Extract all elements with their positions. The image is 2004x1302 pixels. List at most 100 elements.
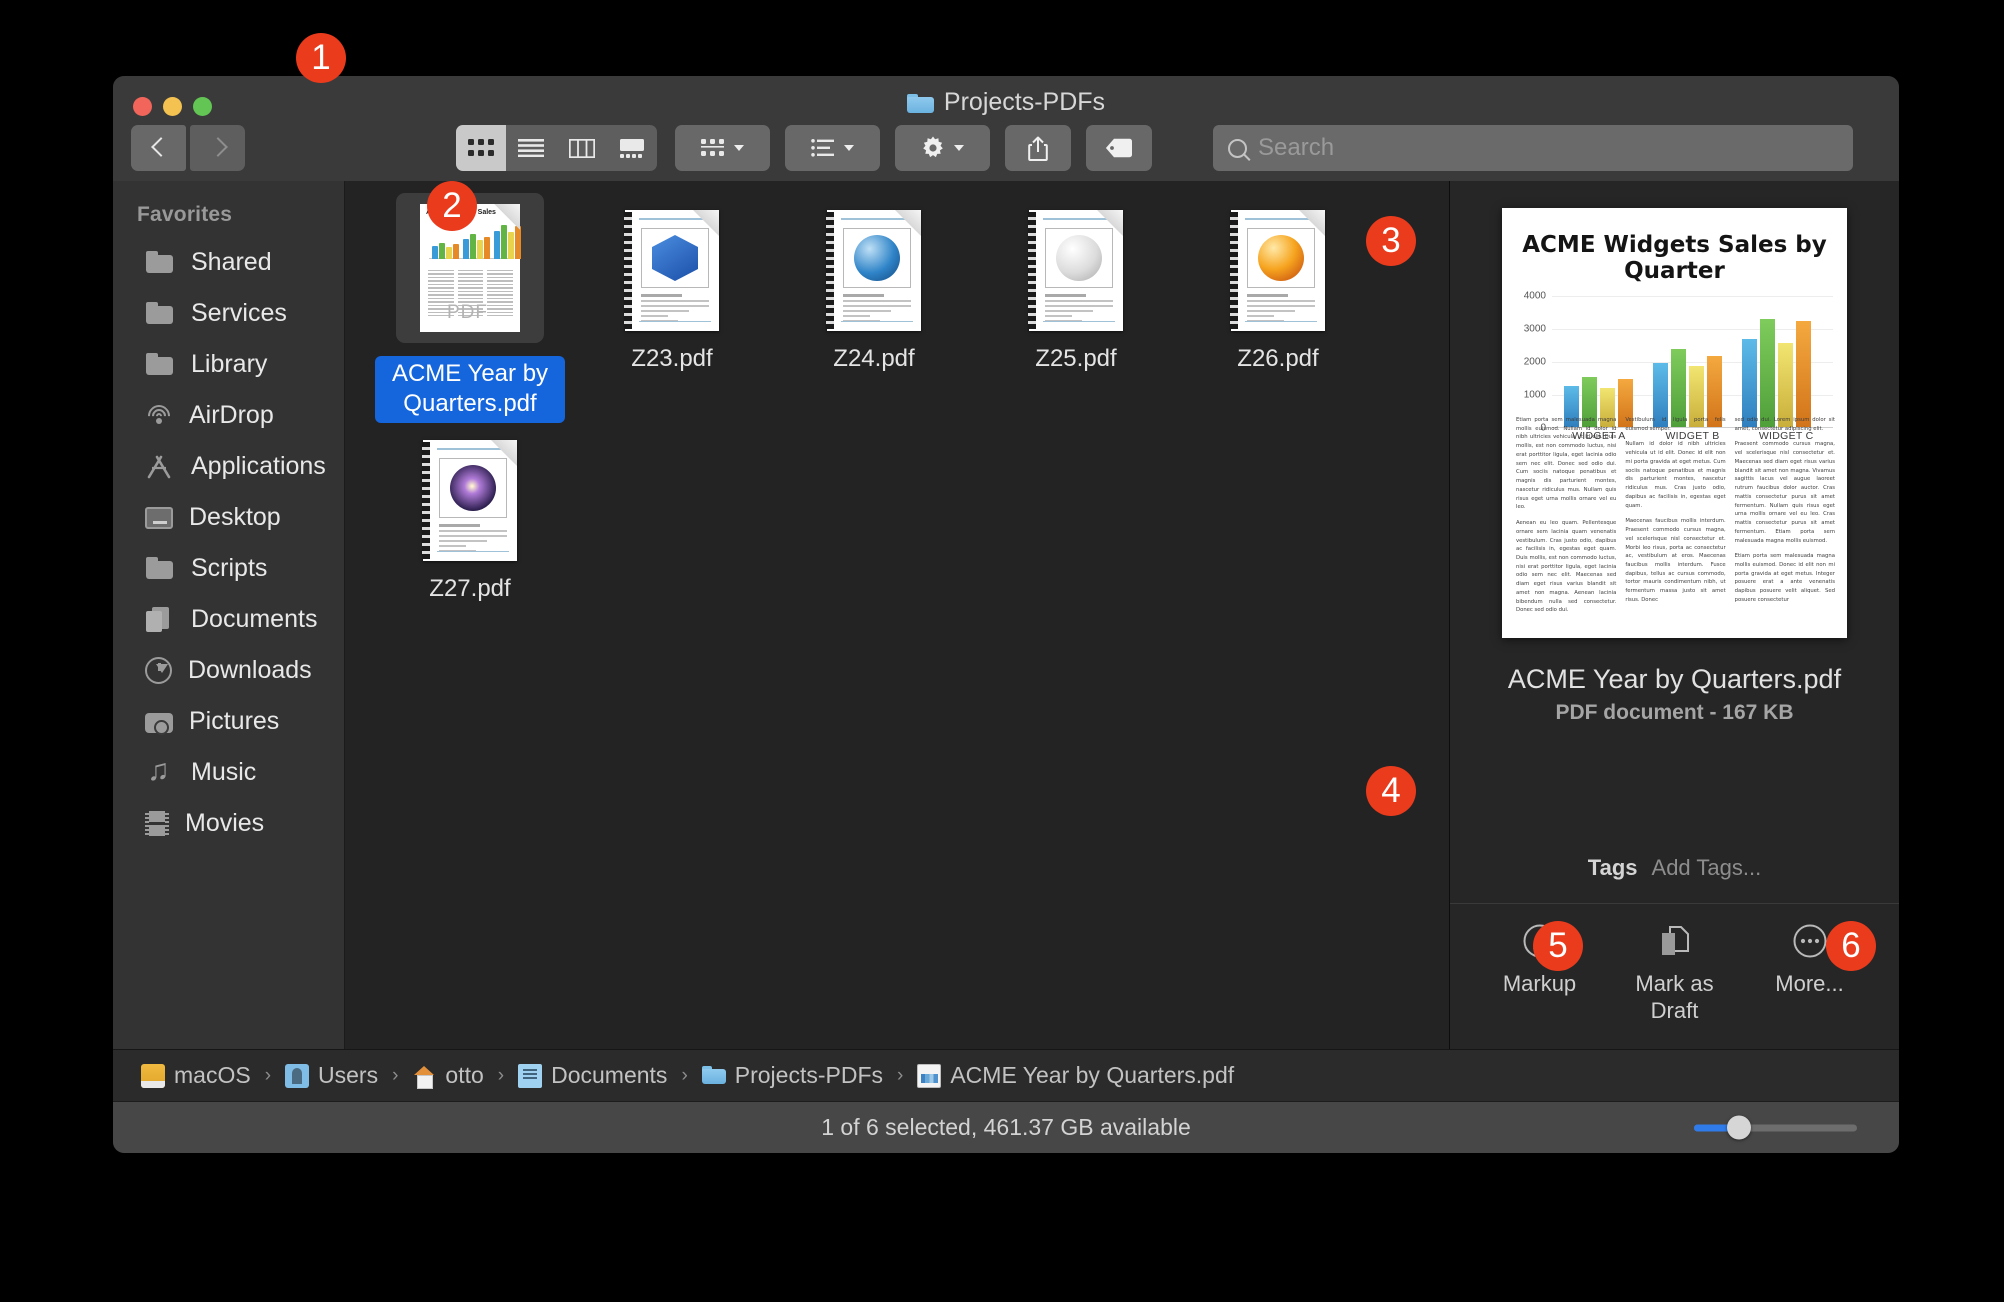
breadcrumb-users[interactable]: Users: [285, 1062, 378, 1089]
sidebar-item-airdrop[interactable]: AirDrop: [113, 390, 344, 441]
search-icon: [1228, 138, 1247, 158]
file-thumbnail: [805, 193, 943, 331]
applications-icon: [145, 454, 175, 480]
gallery-view-button[interactable]: [607, 125, 657, 171]
file-grid: ACME Widgets Sales: [369, 193, 1449, 653]
arrange-items-button[interactable]: [785, 125, 880, 171]
file-item[interactable]: ACME Widgets Sales: [369, 193, 571, 423]
chevron-down-icon: [954, 145, 964, 151]
sidebar-item-documents[interactable]: Documents: [113, 594, 344, 645]
sidebar-item-services[interactable]: Services: [113, 288, 344, 339]
sidebar-item-label: AirDrop: [189, 401, 274, 429]
search-field[interactable]: Search: [1213, 125, 1853, 171]
sidebar-item-label: Music: [191, 758, 257, 786]
bar: [1796, 321, 1811, 427]
action-button[interactable]: [895, 125, 990, 171]
file-item[interactable]: Z27.pdf: [369, 423, 571, 653]
sidebar-item-scripts[interactable]: Scripts: [113, 543, 344, 594]
slider-knob[interactable]: [1727, 1115, 1751, 1140]
share-button[interactable]: [1005, 125, 1071, 171]
bar: [1742, 339, 1757, 427]
quick-actions: Markup Mark as Draft More...: [1450, 903, 1899, 1049]
pdf-page-thumbnail: [1028, 210, 1123, 331]
downloads-icon: [145, 657, 172, 684]
y-tick-label: 2000: [1523, 356, 1546, 368]
sidebar-item-shared[interactable]: Shared: [113, 237, 344, 288]
pictures-icon: [145, 713, 173, 735]
breadcrumb-acme-pdf[interactable]: ACME Year by Quarters.pdf: [917, 1062, 1234, 1089]
folder-icon: [906, 92, 934, 113]
breadcrumb-separator: ›: [681, 1064, 688, 1086]
add-tags-input[interactable]: Add Tags...: [1652, 855, 1762, 881]
sidebar-item-label: Documents: [191, 605, 318, 633]
sidebar-item-pictures[interactable]: Pictures: [113, 696, 344, 747]
sidebar-item-music[interactable]: Music: [113, 747, 344, 798]
breadcrumb-macos[interactable]: macOS: [141, 1062, 251, 1089]
documents-icon: [518, 1063, 543, 1088]
icon-size-slider[interactable]: [1694, 1115, 1857, 1140]
more-label: More...: [1775, 971, 1844, 997]
sidebar-item-applications[interactable]: Applications: [113, 441, 344, 492]
window-body: Favorites Shared Services Library AirDro…: [113, 181, 1899, 1049]
file-name-label: Z26.pdf: [1237, 345, 1319, 372]
file-grid-pane[interactable]: ACME Widgets Sales: [345, 181, 1449, 1049]
window-titlebar: Projects-PDFs Search: [113, 76, 1899, 181]
folder-icon: [145, 250, 175, 276]
mark-as-draft-label: Mark as Draft: [1635, 971, 1714, 1024]
breadcrumb-label: Documents: [551, 1062, 668, 1088]
back-button[interactable]: [130, 125, 186, 171]
column-view-button[interactable]: [557, 125, 607, 171]
preview-column: Vestibulum id ligula porta felis euismod…: [1625, 416, 1725, 622]
preview-paragraph: Nullam id dolor id nibh ultricies vehicu…: [1625, 441, 1726, 509]
pdf-page-thumbnail: [422, 440, 517, 561]
breadcrumb-separator: ›: [497, 1064, 505, 1086]
search-placeholder: Search: [1258, 134, 1335, 161]
sidebar-item-label: Pictures: [189, 707, 280, 735]
finder-window: Projects-PDFs Search Favorites Shared Se…: [113, 76, 1899, 1153]
preview-pane: ACME Widgets Sales by Quarter 4000 3000 …: [1449, 181, 1899, 1049]
sidebar-item-label: Shared: [191, 248, 272, 276]
y-tick-label: 3000: [1523, 323, 1546, 335]
breadcrumb-label: Projects-PDFs: [734, 1062, 884, 1088]
file-item[interactable]: Z23.pdf: [571, 193, 773, 423]
breadcrumb-projects-pdfs[interactable]: Projects-PDFs: [701, 1062, 884, 1089]
path-bar: macOS › Users › otto › Documents › Proje…: [113, 1049, 1899, 1101]
file-item[interactable]: Z26.pdf: [1177, 193, 1379, 423]
annotation-badge-5: 5: [1533, 921, 1583, 971]
preview-paragraph: Etiam porta sem malesuada magna mollis e…: [1516, 417, 1617, 511]
preview-file-meta: PDF document - 167 KB: [1555, 701, 1794, 724]
movies-icon: [145, 811, 169, 836]
sidebar-item-label: Library: [191, 350, 268, 378]
file-item[interactable]: Z24.pdf: [773, 193, 975, 423]
tags-label: Tags: [1587, 855, 1638, 881]
sidebar-item-downloads[interactable]: Downloads: [113, 645, 344, 696]
view-mode-segmented-control: [456, 125, 657, 171]
preview-column: Etiam porta sem malesuada magna mollis e…: [1516, 416, 1616, 622]
sidebar-item-desktop[interactable]: Desktop: [113, 492, 344, 543]
forward-button[interactable]: [189, 125, 245, 171]
file-name-label: Z24.pdf: [833, 345, 915, 372]
icon-view-button[interactable]: [456, 125, 507, 171]
users-icon: [285, 1063, 310, 1088]
chevron-right-icon: [211, 137, 224, 159]
file-name-label: Z25.pdf: [1035, 345, 1117, 372]
sidebar-item-label: Services: [191, 299, 287, 327]
sidebar-item-library[interactable]: Library: [113, 339, 344, 390]
list-view-button[interactable]: [506, 125, 556, 171]
breadcrumb-documents[interactable]: Documents: [518, 1062, 667, 1089]
folder-icon: [145, 352, 175, 378]
preview-paragraph: Etiam porta sem malesuada magna mollis e…: [1734, 553, 1835, 603]
file-name-label: Z27.pdf: [429, 575, 511, 602]
mark-as-draft-button[interactable]: Mark as Draft: [1615, 921, 1735, 1025]
annotation-badge-2: 2: [427, 181, 477, 231]
sidebar-item-movies[interactable]: Movies: [113, 798, 344, 849]
bar: [1760, 319, 1775, 427]
preview-paragraph: Praesent commodo cursus magna, vel scele…: [1734, 441, 1835, 544]
group-items-button[interactable]: [675, 125, 770, 171]
breadcrumb-separator: ›: [392, 1064, 399, 1086]
breadcrumb-otto[interactable]: otto: [412, 1062, 484, 1089]
preview-document: ACME Widgets Sales by Quarter 4000 3000 …: [1502, 208, 1847, 638]
edit-tags-button[interactable]: [1086, 125, 1152, 171]
preview-body-columns: Etiam porta sem malesuada magna mollis e…: [1516, 416, 1835, 622]
file-item[interactable]: Z25.pdf: [975, 193, 1177, 423]
